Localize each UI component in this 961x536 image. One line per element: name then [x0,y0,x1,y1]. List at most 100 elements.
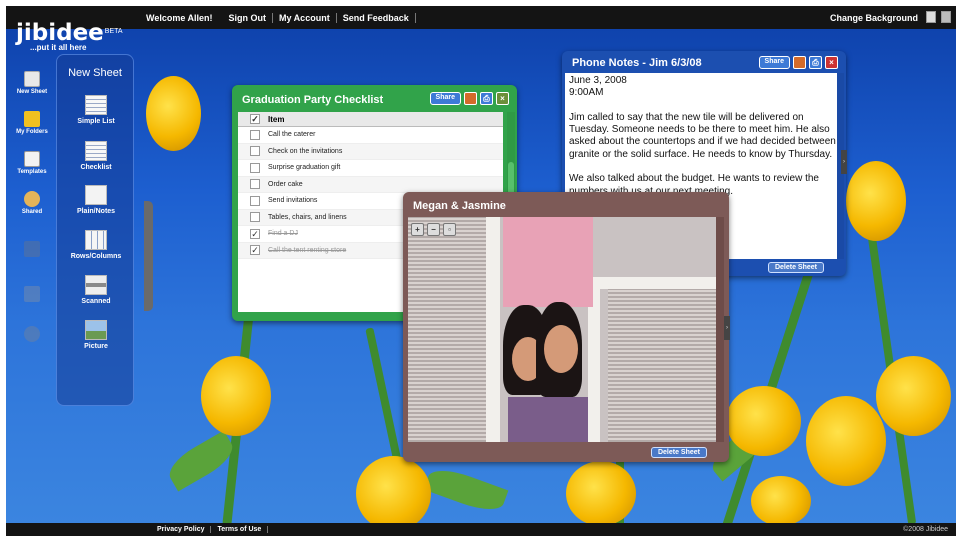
rail-item-label: Templates [17,169,47,175]
left-rail: New Sheet My Folders Templates Shared [6,61,58,361]
close-icon[interactable]: × [496,92,509,105]
item-checkbox[interactable] [250,212,260,223]
color-picker-icon[interactable] [464,92,477,105]
checklist-title: Graduation Party Checklist [242,94,384,106]
yellow-flower [201,356,271,436]
new-checklist-button[interactable]: Checklist [57,141,135,171]
beta-badge: BETA [104,28,123,35]
picture-icon [85,320,107,340]
fit-button[interactable]: ▫ [443,223,456,236]
photo-subject [508,397,588,442]
privacy-policy-link[interactable]: Privacy Policy [151,526,212,533]
new-sheet-panel: New Sheet Simple List Checklist Plain/No… [56,54,134,406]
checklist-item-text: Call the tent renting store [268,246,347,254]
gear-icon [24,326,40,342]
checklist-icon [85,141,107,161]
stacked-sheets-view-icon[interactable] [941,11,951,23]
new-plain-notes-button[interactable]: Plain/Notes [57,185,135,215]
new-sheet-type-label: Scanned [81,298,111,305]
welcome-text: Welcome Allen! [146,12,213,23]
checklist-item-text: Call the caterer [268,131,316,139]
scanner-icon [85,275,107,295]
new-rows-columns-button[interactable]: Rows/Columns [57,230,135,260]
new-sheet-type-label: Simple List [77,118,115,125]
print-icon[interactable]: ⎙ [809,56,822,69]
new-sheet-type-label: Plain/Notes [76,208,116,215]
leaf [423,463,509,517]
shared-users-icon [24,191,40,207]
note-line [569,161,837,173]
yellow-flower [356,456,431,531]
rail-item-templates[interactable]: Templates [10,151,54,175]
checklist-row[interactable]: Surprise graduation gift [238,160,503,177]
note-line: 9:00AM [569,87,604,99]
my-account-link[interactable]: My Account [273,12,337,23]
item-checkbox[interactable] [250,129,260,140]
item-checkbox[interactable] [250,146,260,157]
color-picker-icon[interactable] [793,56,806,69]
rail-item-label: Shared [21,209,43,215]
rail-item-shared[interactable]: Shared [10,191,54,215]
rail-item-new-sheet[interactable]: New Sheet [10,71,54,95]
item-checkbox[interactable] [250,162,260,173]
checklist-row[interactable]: Call the caterer [238,127,503,144]
send-feedback-link[interactable]: Send Feedback [337,12,416,23]
zoom-out-button[interactable]: − [427,223,440,236]
rail-item-my-folders[interactable]: My Folders [10,111,54,135]
terms-of-use-link[interactable]: Terms of Use [211,526,269,533]
delete-sheet-button[interactable]: Delete Sheet [767,262,824,273]
photo-background [503,217,593,307]
close-icon[interactable]: × [825,56,838,69]
print-icon[interactable]: ⎙ [480,92,493,105]
note-line: Jim called to say that the new tile will… [569,111,836,160]
new-sheet-type-label: Picture [84,343,108,350]
templates-icon [24,151,40,167]
new-picture-button[interactable]: Picture [57,320,135,350]
checklist-row[interactable]: Check on the invitations [238,143,503,160]
photo-image [408,217,718,442]
new-sheet-panel-title: New Sheet [68,67,122,79]
share-button[interactable]: Share [429,92,461,105]
item-checkbox[interactable]: ✓ [250,228,260,239]
checklist-item-text: Check on the invitations [268,147,343,155]
yellow-flower [876,356,951,436]
share-button[interactable]: Share [758,56,790,69]
item-checkbox[interactable] [250,179,260,190]
expand-arrow-icon[interactable]: › [724,316,730,340]
yellow-flower [806,396,886,486]
yellow-flower [726,386,801,456]
item-checkbox[interactable]: ✓ [250,245,260,256]
column-header-item: Item [268,114,285,124]
checklist-row[interactable]: Order cake [238,176,503,193]
zoom-controls: + − ▫ [411,223,456,236]
select-all-checkbox[interactable]: ✓ [250,114,260,124]
photo-background [593,277,718,289]
photo-scrollbar[interactable] [716,217,724,442]
item-checkbox[interactable] [250,195,260,206]
yellow-flower [146,76,201,151]
panel-collapse-handle[interactable] [144,201,153,311]
rows-columns-icon [85,230,107,250]
sign-out-link[interactable]: Sign Out [223,12,274,23]
zoom-in-button[interactable]: + [411,223,424,236]
desktop-background: Welcome Allen! Sign Out My Account Send … [6,6,956,536]
rail-item-disabled [10,326,54,344]
checklist-item-text: Find a DJ [268,230,298,238]
delete-sheet-button[interactable]: Delete Sheet [650,447,707,458]
new-simple-list-button[interactable]: Simple List [57,95,135,125]
picture-sheet-window[interactable]: Megan & Jasmine + − ▫ Delete Sheet [403,192,729,462]
simple-list-icon [85,95,107,115]
expand-arrow-icon[interactable]: › [841,150,847,174]
checklist-item-text: Surprise graduation gift [268,164,341,172]
change-background-link[interactable]: Change Background [830,13,918,23]
jibidee-logo[interactable]: jibideeBETA ...put it all here [16,20,123,52]
new-sheet-icon [24,71,40,87]
copyright-text: ©2008 Jibidee [903,526,948,533]
new-scanned-button[interactable]: Scanned [57,275,135,305]
yellow-flower [751,476,811,526]
checklist-item-text: Order cake [268,180,303,188]
plain-notes-icon [85,185,107,205]
single-sheet-view-icon[interactable] [926,11,936,23]
checklist-header: ✓ Item [238,112,503,127]
folder-icon [24,111,40,127]
